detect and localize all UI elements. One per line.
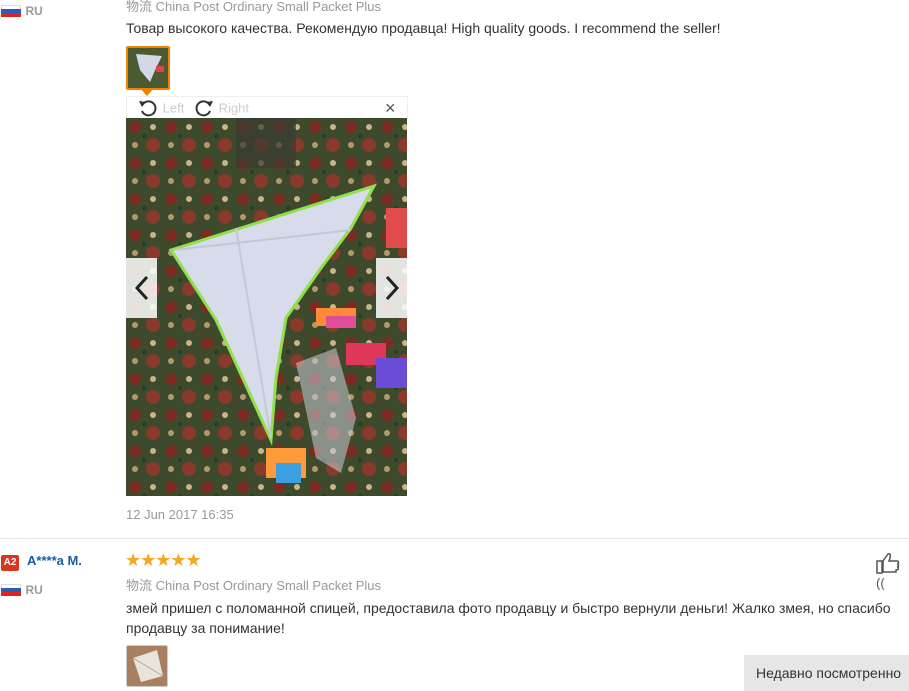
kite-thumbnail-image [128,48,168,88]
next-image-button[interactable] [376,258,407,318]
rotate-right-label: Right [218,100,249,116]
thumbnail-pointer-icon [140,88,154,96]
helpful-count: (( [876,575,885,591]
review-photo-thumbnail[interactable] [126,645,168,687]
shipping-method: 物流 China Post Ordinary Small Packet Plus [126,0,382,14]
thumbs-up-icon [876,553,900,574]
rotate-left-label: Left [162,100,185,116]
rotate-right-icon [195,100,213,117]
review-text: змей пришел с поломанной спицей, предост… [126,598,896,638]
buyer-level-badge: A2 [1,555,19,571]
star-rating: ★★★★★ [125,550,202,570]
russia-flag-icon [1,4,21,17]
country-row: RU [1,581,43,599]
review-photo-thumbnail[interactable] [126,46,170,90]
review-text-line: продавцу за понимание! [126,620,285,636]
close-viewer-icon[interactable]: × [385,98,396,119]
country-code: RU [25,583,43,597]
rotate-left-icon [139,100,157,117]
rotate-left-control[interactable]: Left [137,97,184,119]
review-divider [0,538,909,539]
review-text: Товар высокого качества. Рекомендую прод… [126,20,721,36]
rotate-right-control[interactable]: Right [193,97,249,119]
kite-photo-image [126,118,407,496]
russia-flag-icon [1,583,21,596]
review-date: 12 Jun 2017 16:35 [126,507,234,522]
chevron-left-icon [134,275,148,301]
image-viewer-toolbar: Left Right × [126,96,408,120]
previous-image-button[interactable] [126,258,157,318]
country-code: RU [25,4,43,18]
country-row: RU [1,2,43,20]
recently-viewed-tab[interactable]: Недавно посмотренно [744,655,909,691]
chevron-right-icon [385,275,399,301]
review-text-line: змей пришел с поломанной спицей, предост… [126,600,891,616]
kite-thumbnail-image [127,646,167,686]
review-photo-large[interactable] [126,118,407,496]
reviewer-name: A****a M. [27,553,82,568]
shipping-method: 物流 China Post Ordinary Small Packet Plus [126,578,382,593]
helpful-button[interactable]: (( [876,552,909,592]
